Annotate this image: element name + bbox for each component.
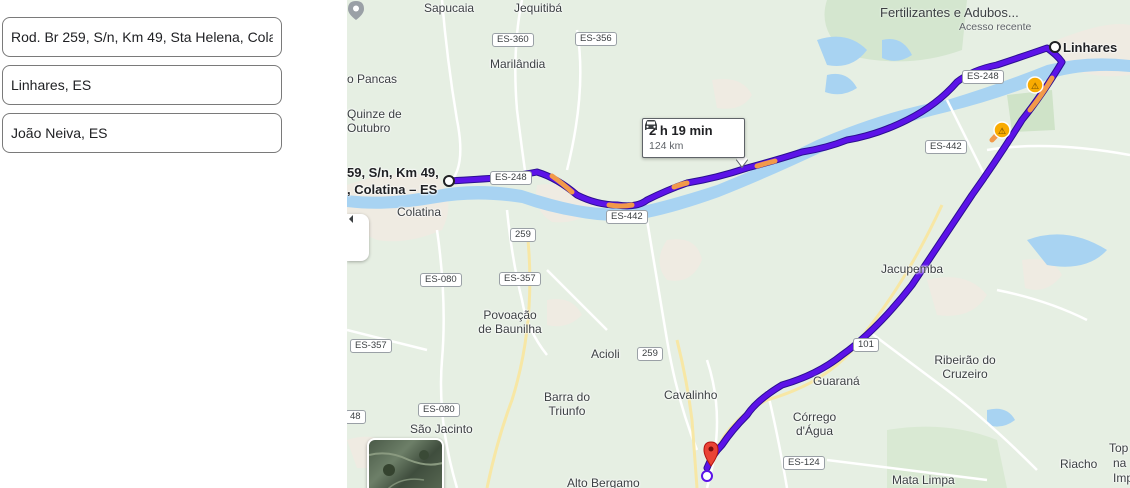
road-shield-es357-a: ES-357	[499, 272, 541, 286]
place-cavalinho: Cavalinho	[664, 388, 718, 402]
road-shield-259-a: 259	[510, 228, 536, 242]
place-povoacao-line2: de Baunilha	[478, 322, 542, 336]
directions-panel	[0, 0, 347, 488]
satellite-thumbnail-icon	[369, 450, 442, 488]
road-shield-259-b: 259	[637, 347, 663, 361]
place-pancas: o Pancas	[347, 72, 398, 86]
destination-input[interactable]	[2, 113, 282, 153]
incident-icon[interactable]: ⚠	[1026, 76, 1044, 94]
destination-pin[interactable]	[701, 441, 719, 482]
place-ribeirao-line1: Ribeirão do	[934, 353, 996, 367]
road-shield-es442-b: ES-442	[925, 140, 967, 154]
origin-map-label-line1[interactable]: 59, S/n, Km 49,	[347, 166, 439, 179]
map-canvas[interactable]: ⚠ ⚠ Fertilizantes e Adubos... Acesso rec…	[347, 0, 1130, 488]
road-shield-101: 101	[853, 338, 879, 352]
place-sapucaia: Sapucaia	[424, 1, 475, 15]
chevron-left-icon	[349, 215, 353, 223]
place-corrego-line1: Córrego	[792, 410, 837, 424]
place-jacupemba: Jacupemba	[881, 262, 944, 276]
road-shield-es080-b: ES-080	[418, 403, 460, 417]
route-layer: ⚠ ⚠	[443, 41, 1066, 482]
waypoint-marker[interactable]	[1049, 41, 1061, 53]
place-barra-line1: Barra do	[543, 390, 591, 404]
place-ribeirao-line2: Cruzeiro	[942, 367, 988, 381]
svg-text:⚠: ⚠	[1031, 82, 1039, 92]
place-riacho: Riacho	[1060, 457, 1098, 471]
car-icon	[645, 120, 657, 130]
place-quinze-line2: Outubro	[347, 121, 391, 135]
recent-access-label: Acesso recente	[959, 21, 1032, 33]
place-top-line3: Imp	[1113, 471, 1130, 485]
place-barra-line2: Triunfo	[548, 404, 586, 418]
road-shield-es124: ES-124	[783, 456, 825, 470]
place-top-line1: Top	[1109, 441, 1129, 455]
poi-label[interactable]: Fertilizantes e Adubos...	[880, 5, 1019, 20]
place-guarana: Guaraná	[813, 374, 860, 388]
route-distance: 124 km	[649, 140, 684, 152]
destination-map-label[interactable]: Linhares	[1063, 41, 1117, 54]
origin-input[interactable]	[2, 17, 282, 57]
place-marilandia: Marilândia	[490, 57, 546, 71]
road-shield-es356: ES-356	[575, 32, 617, 46]
place-mata-limpa: Mata Limpa	[892, 473, 955, 487]
place-alto-bergamo: Alto Bergamo	[567, 476, 640, 488]
route-callout[interactable]: 2 h 19 min 124 km	[642, 118, 745, 158]
road-shield-es357-b: ES-357	[350, 339, 392, 353]
road-shield-edge: 48	[347, 410, 366, 424]
place-sao-jacinto: São Jacinto	[410, 422, 473, 436]
recent-pin-icon[interactable]	[347, 0, 365, 20]
road-shield-es248-b: ES-248	[962, 70, 1004, 84]
place-quinze-line1: Quinze de	[347, 107, 402, 121]
place-jequitiba: Jequitibá	[514, 1, 563, 15]
svg-text:⚠: ⚠	[998, 127, 1006, 137]
road-shield-es248-a: ES-248	[490, 171, 532, 185]
origin-map-label-line2[interactable]: , Colatina – ES	[347, 183, 437, 196]
road-shield-es360: ES-360	[492, 33, 534, 47]
place-top-line2: na	[1113, 456, 1127, 470]
layers-toggle-button[interactable]	[367, 438, 444, 488]
incident-icon-2[interactable]: ⚠	[993, 121, 1011, 139]
origin-marker[interactable]	[443, 175, 455, 187]
place-corrego-line2: d'Água	[796, 424, 833, 438]
place-povoacao-line1: Povoação	[483, 308, 537, 322]
road-shield-es442-a: ES-442	[606, 210, 648, 224]
place-acioli: Acioli	[591, 347, 620, 361]
road-shield-es080-a: ES-080	[420, 273, 462, 287]
stop-2-input[interactable]	[2, 65, 282, 105]
place-colatina: Colatina	[397, 205, 442, 219]
collapse-panel-button[interactable]	[347, 214, 369, 261]
